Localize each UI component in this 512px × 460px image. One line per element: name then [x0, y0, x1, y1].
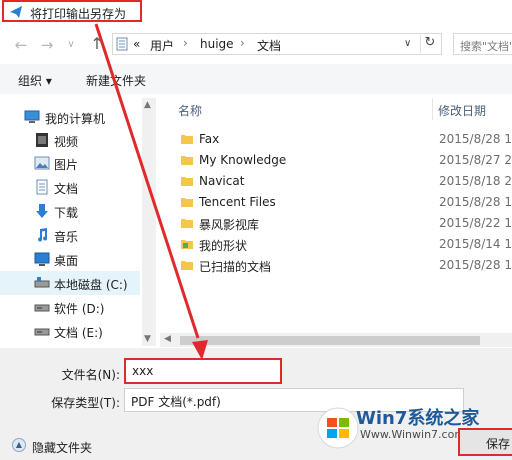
sidebar-item-label: 音乐: [54, 230, 79, 244]
breadcrumb-users[interactable]: 用户: [150, 37, 174, 54]
desktop-icon: [34, 252, 50, 266]
send-icon: [10, 6, 22, 18]
sidebar-item-label: 我的计算机: [45, 112, 106, 126]
watermark-url: Www.Winwin7.com: [360, 428, 466, 441]
table-row[interactable]: Tencent Files 2015/8/28 10: [176, 192, 512, 213]
address-dropdown-icon[interactable]: ∨: [404, 38, 411, 49]
folder-icon: [181, 135, 193, 144]
file-date: 2015/8/27 22: [439, 153, 512, 167]
file-date: 2015/8/28 15: [439, 132, 512, 146]
scroll-up-icon[interactable]: ▲: [144, 100, 151, 110]
filename-label: 文件名(N):: [61, 368, 120, 382]
sidebar-item-videos[interactable]: 视频: [0, 128, 140, 152]
navigation-scrollbar[interactable]: [142, 98, 156, 346]
table-row[interactable]: 暴风影视库 2015/8/22 10: [176, 213, 512, 234]
shapes-folder-icon: [181, 240, 193, 249]
column-header-modified[interactable]: 修改日期: [438, 102, 486, 119]
sidebar-item-pictures[interactable]: 图片: [0, 151, 140, 175]
sidebar-item-music[interactable]: 音乐: [0, 223, 140, 247]
sidebar-item-documents[interactable]: 文档: [0, 175, 140, 199]
drive-icon: [34, 304, 50, 312]
forward-icon[interactable]: →: [38, 36, 56, 54]
sidebar-item-computer[interactable]: 我的计算机: [0, 105, 140, 129]
file-date: 2015/8/14 10: [439, 237, 512, 251]
filename-field[interactable]: xxx: [124, 358, 282, 384]
drive-icon: [34, 328, 50, 336]
watermark-brand: Win7系统之家: [356, 408, 480, 429]
file-name: 我的形状: [199, 239, 248, 253]
document-icon: [116, 37, 128, 51]
breadcrumb-documents[interactable]: 文档: [257, 37, 281, 54]
sidebar-item-drive-d[interactable]: 软件 (D:): [0, 295, 140, 319]
breadcrumb-separator-icon: ›: [240, 36, 245, 50]
drive-icon: [34, 277, 50, 288]
scroll-left-icon[interactable]: ◀: [164, 334, 171, 344]
file-date: 2015/8/28 15: [439, 258, 512, 272]
sidebar-item-label: 图片: [54, 158, 79, 172]
sidebar-item-drive-c[interactable]: 本地磁盘 (C:): [0, 271, 140, 295]
toolbar: [0, 64, 512, 94]
video-icon: [36, 133, 48, 147]
file-name: My Knowledge: [199, 153, 287, 167]
save-button[interactable]: 保存: [458, 428, 512, 456]
column-header-name[interactable]: 名称: [178, 102, 202, 119]
file-name: Navicat: [199, 174, 245, 188]
breadcrumb-separator-icon: ›: [183, 36, 188, 50]
back-icon[interactable]: ←: [12, 36, 30, 54]
sidebar-item-label: 视频: [54, 135, 79, 149]
sidebar-item-label: 本地磁盘 (C:): [54, 278, 128, 292]
filetype-label: 保存类型(T):: [51, 396, 120, 410]
scroll-down-icon[interactable]: ▼: [144, 334, 151, 344]
table-row[interactable]: 我的形状 2015/8/14 10: [176, 234, 512, 255]
music-icon: [38, 228, 48, 242]
folder-icon: [181, 177, 193, 186]
table-row[interactable]: Fax 2015/8/28 15: [176, 129, 512, 150]
new-folder-button[interactable]: 新建文件夹: [86, 72, 146, 89]
refresh-icon[interactable]: ↻: [420, 35, 439, 53]
file-date: 2015/8/22 10: [439, 216, 512, 230]
sidebar-item-downloads[interactable]: 下载: [0, 199, 140, 223]
organize-menu[interactable]: 组织 ▾: [18, 72, 52, 89]
recent-dropdown-icon[interactable]: ∨: [62, 36, 80, 54]
folder-icon: [181, 219, 193, 228]
file-name: 已扫描的文档: [199, 260, 272, 274]
table-row[interactable]: My Knowledge 2015/8/27 22: [176, 150, 512, 171]
sidebar-item-label: 桌面: [54, 254, 79, 268]
hide-folders-toggle[interactable]: 隐藏文件夹: [32, 439, 92, 456]
folder-icon: [181, 261, 193, 270]
sidebar-item-label: 文档: [54, 182, 79, 196]
folder-icon: [181, 156, 193, 165]
sidebar-item-label: 软件 (D:): [54, 302, 105, 316]
document-icon: [36, 179, 48, 195]
table-row[interactable]: Navicat 2015/8/18 22: [176, 171, 512, 192]
file-date: 2015/8/18 22: [439, 174, 512, 188]
chevron-up-icon[interactable]: ▲: [12, 438, 26, 452]
file-name: Fax: [199, 132, 220, 146]
sidebar-item-label: 文档 (E:): [54, 326, 103, 340]
sidebar-item-label: 下载: [54, 206, 79, 220]
folder-icon: [181, 198, 193, 207]
computer-icon: [24, 110, 40, 123]
sidebar-item-drive-e[interactable]: 文档 (E:): [0, 319, 140, 343]
breadcrumb-overflow[interactable]: «: [133, 37, 140, 51]
file-name: Tencent Files: [199, 195, 276, 209]
file-date: 2015/8/28 10: [439, 195, 512, 209]
scroll-thumb[interactable]: [180, 336, 480, 345]
column-divider: [432, 98, 433, 120]
table-row[interactable]: 已扫描的文档 2015/8/28 15: [176, 255, 512, 276]
search-input[interactable]: 搜索"文档": [453, 33, 512, 55]
picture-icon: [34, 156, 50, 170]
file-name: 暴风影视库: [199, 218, 260, 232]
window-title: 将打印输出另存为: [30, 7, 127, 21]
sidebar-item-desktop[interactable]: 桌面: [0, 247, 140, 271]
breadcrumb-huige[interactable]: huige: [200, 37, 234, 51]
up-icon[interactable]: ↑: [88, 35, 106, 53]
download-icon: [36, 204, 48, 218]
